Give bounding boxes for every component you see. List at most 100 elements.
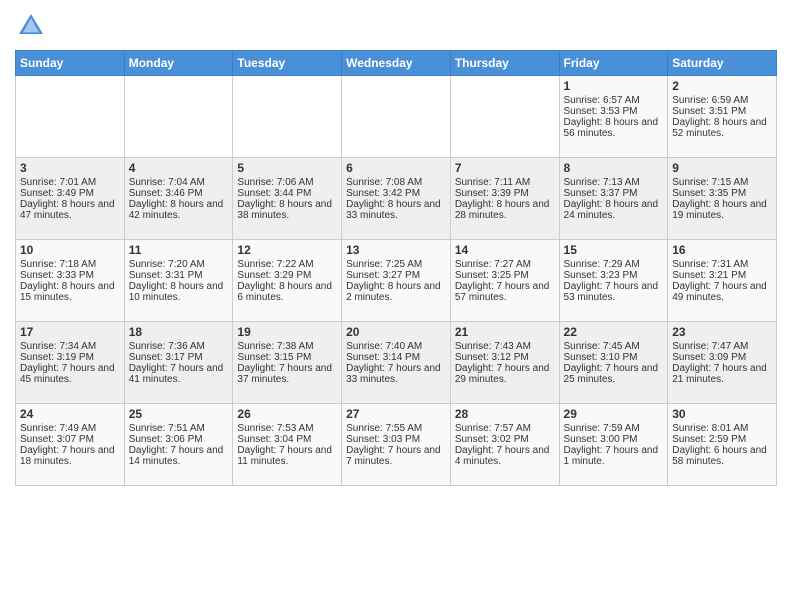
sunset-text: Sunset: 3:49 PM [20, 188, 120, 199]
sunrise-text: Sunrise: 7:29 AM [564, 259, 664, 270]
sunset-text: Sunset: 3:46 PM [129, 188, 229, 199]
daylight-text: Daylight: 7 hours and 37 minutes. [237, 363, 337, 385]
week-row-4: 17Sunrise: 7:34 AMSunset: 3:19 PMDayligh… [16, 322, 777, 404]
daylight-text: Daylight: 7 hours and 53 minutes. [564, 281, 664, 303]
daylight-text: Daylight: 7 hours and 45 minutes. [20, 363, 120, 385]
sunrise-text: Sunrise: 7:49 AM [20, 423, 120, 434]
sunset-text: Sunset: 3:29 PM [237, 270, 337, 281]
sunset-text: Sunset: 3:42 PM [346, 188, 446, 199]
day-number: 15 [564, 243, 664, 257]
daylight-text: Daylight: 7 hours and 7 minutes. [346, 445, 446, 467]
sunrise-text: Sunrise: 7:04 AM [129, 177, 229, 188]
daylight-text: Daylight: 8 hours and 10 minutes. [129, 281, 229, 303]
daylight-text: Daylight: 7 hours and 18 minutes. [20, 445, 120, 467]
sunset-text: Sunset: 3:00 PM [564, 434, 664, 445]
daylight-text: Daylight: 8 hours and 33 minutes. [346, 199, 446, 221]
daylight-text: Daylight: 7 hours and 14 minutes. [129, 445, 229, 467]
calendar-cell: 6Sunrise: 7:08 AMSunset: 3:42 PMDaylight… [342, 158, 451, 240]
day-number: 6 [346, 161, 446, 175]
day-number: 26 [237, 407, 337, 421]
sunrise-text: Sunrise: 7:34 AM [20, 341, 120, 352]
sunrise-text: Sunrise: 6:57 AM [564, 95, 664, 106]
logo [15, 10, 51, 42]
logo-icon [15, 10, 47, 42]
day-number: 14 [455, 243, 555, 257]
daylight-text: Daylight: 7 hours and 49 minutes. [672, 281, 772, 303]
sunrise-text: Sunrise: 7:25 AM [346, 259, 446, 270]
calendar-cell: 10Sunrise: 7:18 AMSunset: 3:33 PMDayligh… [16, 240, 125, 322]
calendar-cell: 12Sunrise: 7:22 AMSunset: 3:29 PMDayligh… [233, 240, 342, 322]
day-header-friday: Friday [559, 51, 668, 76]
calendar-cell: 14Sunrise: 7:27 AMSunset: 3:25 PMDayligh… [450, 240, 559, 322]
daylight-text: Daylight: 8 hours and 6 minutes. [237, 281, 337, 303]
sunrise-text: Sunrise: 7:51 AM [129, 423, 229, 434]
sunset-text: Sunset: 3:07 PM [20, 434, 120, 445]
sunrise-text: Sunrise: 7:18 AM [20, 259, 120, 270]
daylight-text: Daylight: 8 hours and 2 minutes. [346, 281, 446, 303]
day-number: 16 [672, 243, 772, 257]
calendar-cell: 11Sunrise: 7:20 AMSunset: 3:31 PMDayligh… [124, 240, 233, 322]
day-number: 7 [455, 161, 555, 175]
calendar-cell: 28Sunrise: 7:57 AMSunset: 3:02 PMDayligh… [450, 404, 559, 486]
day-number: 29 [564, 407, 664, 421]
calendar-cell: 25Sunrise: 7:51 AMSunset: 3:06 PMDayligh… [124, 404, 233, 486]
sunrise-text: Sunrise: 7:36 AM [129, 341, 229, 352]
calendar-cell: 17Sunrise: 7:34 AMSunset: 3:19 PMDayligh… [16, 322, 125, 404]
sunrise-text: Sunrise: 7:57 AM [455, 423, 555, 434]
week-row-1: 1Sunrise: 6:57 AMSunset: 3:53 PMDaylight… [16, 76, 777, 158]
sunrise-text: Sunrise: 7:20 AM [129, 259, 229, 270]
daylight-text: Daylight: 7 hours and 25 minutes. [564, 363, 664, 385]
sunset-text: Sunset: 3:15 PM [237, 352, 337, 363]
calendar-cell: 23Sunrise: 7:47 AMSunset: 3:09 PMDayligh… [668, 322, 777, 404]
week-row-3: 10Sunrise: 7:18 AMSunset: 3:33 PMDayligh… [16, 240, 777, 322]
sunset-text: Sunset: 3:19 PM [20, 352, 120, 363]
day-number: 8 [564, 161, 664, 175]
daylight-text: Daylight: 7 hours and 1 minute. [564, 445, 664, 467]
daylight-text: Daylight: 7 hours and 57 minutes. [455, 281, 555, 303]
sunset-text: Sunset: 3:51 PM [672, 106, 772, 117]
day-header-sunday: Sunday [16, 51, 125, 76]
calendar-cell: 15Sunrise: 7:29 AMSunset: 3:23 PMDayligh… [559, 240, 668, 322]
sunrise-text: Sunrise: 7:38 AM [237, 341, 337, 352]
sunset-text: Sunset: 3:06 PM [129, 434, 229, 445]
daylight-text: Daylight: 8 hours and 56 minutes. [564, 117, 664, 139]
day-number: 2 [672, 79, 772, 93]
daylight-text: Daylight: 8 hours and 47 minutes. [20, 199, 120, 221]
calendar-cell: 24Sunrise: 7:49 AMSunset: 3:07 PMDayligh… [16, 404, 125, 486]
day-number: 10 [20, 243, 120, 257]
day-header-thursday: Thursday [450, 51, 559, 76]
calendar-cell: 4Sunrise: 7:04 AMSunset: 3:46 PMDaylight… [124, 158, 233, 240]
day-header-tuesday: Tuesday [233, 51, 342, 76]
calendar-cell: 27Sunrise: 7:55 AMSunset: 3:03 PMDayligh… [342, 404, 451, 486]
sunset-text: Sunset: 3:04 PM [237, 434, 337, 445]
calendar-cell [233, 76, 342, 158]
week-row-5: 24Sunrise: 7:49 AMSunset: 3:07 PMDayligh… [16, 404, 777, 486]
sunrise-text: Sunrise: 7:59 AM [564, 423, 664, 434]
calendar: SundayMondayTuesdayWednesdayThursdayFrid… [15, 50, 777, 486]
calendar-cell [124, 76, 233, 158]
sunrise-text: Sunrise: 7:15 AM [672, 177, 772, 188]
day-header-saturday: Saturday [668, 51, 777, 76]
daylight-text: Daylight: 7 hours and 4 minutes. [455, 445, 555, 467]
sunset-text: Sunset: 3:37 PM [564, 188, 664, 199]
sunrise-text: Sunrise: 7:01 AM [20, 177, 120, 188]
sunrise-text: Sunrise: 7:31 AM [672, 259, 772, 270]
header [15, 10, 777, 42]
sunrise-text: Sunrise: 7:40 AM [346, 341, 446, 352]
calendar-cell: 8Sunrise: 7:13 AMSunset: 3:37 PMDaylight… [559, 158, 668, 240]
sunset-text: Sunset: 3:12 PM [455, 352, 555, 363]
daylight-text: Daylight: 6 hours and 58 minutes. [672, 445, 772, 467]
calendar-cell: 16Sunrise: 7:31 AMSunset: 3:21 PMDayligh… [668, 240, 777, 322]
sunrise-text: Sunrise: 7:13 AM [564, 177, 664, 188]
calendar-header-row: SundayMondayTuesdayWednesdayThursdayFrid… [16, 51, 777, 76]
sunset-text: Sunset: 3:25 PM [455, 270, 555, 281]
sunrise-text: Sunrise: 7:22 AM [237, 259, 337, 270]
day-number: 20 [346, 325, 446, 339]
sunset-text: Sunset: 3:35 PM [672, 188, 772, 199]
calendar-cell: 3 Sunrise: 7:01 AMSunset: 3:49 PMDaylight… [16, 158, 125, 240]
sunrise-text: Sunrise: 7:55 AM [346, 423, 446, 434]
day-number: 3 [20, 161, 120, 175]
day-number: 22 [564, 325, 664, 339]
sunrise-text: Sunrise: 6:59 AM [672, 95, 772, 106]
calendar-cell: 9Sunrise: 7:15 AMSunset: 3:35 PMDaylight… [668, 158, 777, 240]
